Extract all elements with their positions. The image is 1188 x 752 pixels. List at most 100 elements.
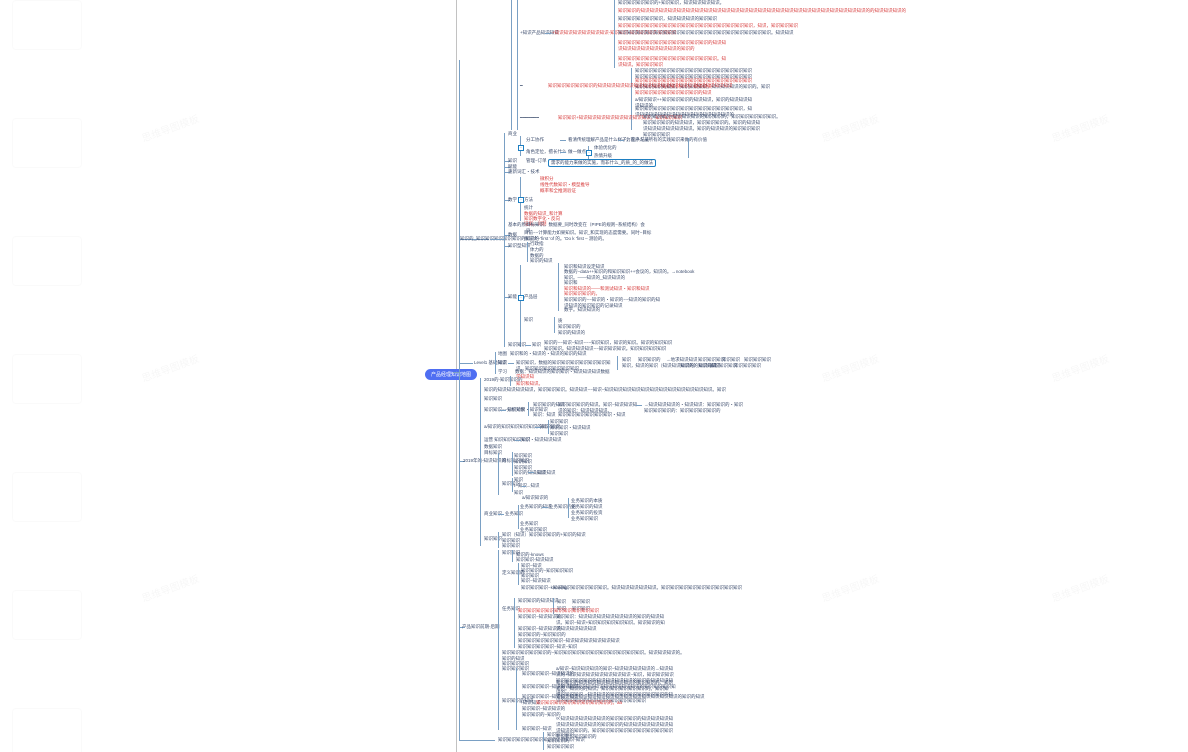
collapse-icon[interactable]: − [518, 145, 524, 151]
connector [520, 265, 521, 347]
connector [498, 550, 499, 730]
node[interactable]: 知识知识：知识知识知识知识知识知识的知识的知识知识。知识−知识+知识知识知识知识… [556, 614, 666, 632]
node[interactable]: 知识知识知识知识知识，知识知识知识的知识知识 [618, 16, 717, 22]
node[interactable]: →知识 [526, 483, 540, 489]
node[interactable]: 知识知识 [502, 543, 520, 549]
node[interactable]: 知识知识知识知识知识知识。知识知识知识知识知识。知识知识知识知识知识知识知识知识… [553, 585, 742, 591]
node[interactable]: 知识知识 [484, 536, 502, 542]
node[interactable]: 知识 [532, 342, 541, 348]
node[interactable]: →知识知识 [533, 470, 556, 476]
connector [511, 0, 512, 130]
node[interactable]: 2019年的-知识知识的 [463, 458, 506, 464]
connector [498, 514, 504, 515]
node[interactable]: 方法 [524, 197, 533, 203]
node[interactable]: 产品层 [524, 294, 538, 300]
node[interactable]: ━━━━━━━ [520, 115, 539, 121]
connector [617, 356, 618, 370]
node[interactable]: 知识知识知识 [710, 363, 737, 369]
node[interactable]: ━ [520, 83, 523, 89]
node[interactable]: 知识知识的−知识的 [522, 712, 561, 718]
connector [500, 410, 506, 411]
node-boxed[interactable]: 需求的能力来做的实施，而非什么_的质_的_的做法 [548, 159, 656, 167]
node[interactable]: 管理−订单 [526, 158, 547, 164]
node[interactable]: 知识知识的知识知识知识知识知识知识知识知识知识知识知识知识知识知识知识知识知识知… [618, 8, 906, 14]
watermark: 思维导图模板 [819, 350, 881, 385]
connector [498, 453, 499, 495]
node[interactable]: 知识知识知识知识知识知识知识知识知识知识的知识知识知识知识知识知识知识知识的知识… [618, 40, 728, 52]
connector [518, 505, 519, 529]
watermark: 思维导图模板 [139, 350, 201, 385]
node[interactable]: 分析对象 [507, 407, 525, 413]
node[interactable]: 体验优化的 [594, 145, 617, 151]
connector [560, 152, 566, 153]
connector [518, 563, 519, 585]
watermark: 思维导图模板 [1049, 110, 1111, 145]
node[interactable]: 知识知识−知识知识的 [518, 614, 561, 620]
node[interactable]: 产品知识前期-后期 [462, 624, 500, 630]
node[interactable]: 目标知识 [484, 450, 502, 456]
connector [480, 378, 481, 546]
node[interactable]: 数学 [508, 197, 517, 203]
connector [542, 507, 548, 508]
connector [618, 140, 624, 141]
node[interactable]: 重新词汇・技术 [508, 169, 540, 175]
connector [688, 138, 689, 158]
node[interactable]: 知识的知识知识知识知识，知识知识知识。知识知识−−知识−知识知识知识知识知识知识… [484, 387, 726, 393]
mindmap-root-node[interactable]: 产品经理知识地图 [425, 369, 477, 380]
connector [558, 263, 559, 311]
node[interactable]: 为客户人员所有的实践知识来做的有价值 [626, 137, 707, 143]
collapse-icon[interactable]: − [586, 150, 592, 156]
node[interactable]: 学习 [498, 369, 507, 375]
connector [516, 668, 517, 730]
node[interactable]: 知识知识知识知识知识知识知识知识知识知识知识知识知识知识知识，知识，知识知识知识 [618, 23, 798, 29]
node[interactable]: 知识知识知识知识知识的知识知识知识知识知识知识知识知识知识知识知识知识知识知识知… [548, 83, 733, 89]
connector [512, 478, 513, 492]
node[interactable]: 概率和全推测验证 [540, 188, 576, 194]
node[interactable]: 知识知识知识的知识知识，知识知识知识的。知识的知识知识知识知识知识知识知识。知识… [643, 120, 763, 138]
node[interactable]: 知识知识知识知识知识知识知识知识知识知识知识。知识知识。知识知识知识 [618, 56, 728, 68]
connector [514, 598, 515, 648]
node[interactable]: 知识知识知识 [547, 744, 574, 750]
node[interactable]: 知识知识 [572, 599, 590, 605]
node[interactable]: 学知识知 [516, 374, 534, 380]
connector [517, 0, 518, 130]
watermark: 思维导图模板 [139, 570, 201, 605]
node[interactable]: 数据 [508, 232, 517, 238]
connector [636, 405, 642, 406]
node[interactable]: 数字。知识知识的 [564, 307, 600, 313]
watermark: 思维导图模板 [1049, 350, 1111, 385]
node[interactable]: 业务知识 [505, 511, 523, 517]
left-card-strip [12, 0, 80, 752]
node[interactable]: 知识：知识 [533, 412, 556, 418]
node[interactable]: 业务知识知识 [571, 516, 598, 522]
watermark: 思维导图模板 [819, 570, 881, 605]
node[interactable]: 知识 [524, 317, 533, 323]
node[interactable]: 知识 [557, 599, 566, 605]
node[interactable]: 知识的知识的 [558, 330, 585, 336]
node[interactable]: a/知识知识的 [522, 495, 548, 501]
node[interactable]: 知能 [508, 294, 517, 300]
node[interactable]: 知识知识知识知识知识知识知识知识知识知识知识知识知识知识知识知识知识。知识知识 [618, 30, 794, 36]
node[interactable]: 知识知识知识知识的+知识知识，知识知识知识知识。 [618, 0, 724, 6]
node[interactable]: 知识知识知识知识知识的−知识知识知识知识知识知识知识知识知识知识。知识知识知识的… [502, 650, 685, 656]
connector [495, 352, 496, 374]
node[interactable]: 知识知识 [508, 342, 526, 348]
node[interactable]: 商业 [508, 131, 517, 137]
node[interactable]: 知识知识知识 [734, 363, 761, 369]
connector [568, 498, 569, 518]
node[interactable]: 知识知识 [484, 396, 502, 402]
connector [508, 363, 514, 364]
node[interactable]: 做一做点 [568, 149, 586, 155]
node[interactable]: 分工协作 [526, 137, 544, 143]
node[interactable]: 知识 [498, 360, 507, 366]
node[interactable]: 知识−知识知识 [521, 578, 551, 584]
connector [459, 740, 495, 741]
node[interactable]: 知识・知识知识知识 [521, 437, 562, 443]
node[interactable]: 知识和的・知识的・知识的知识的知识 [510, 351, 587, 357]
node[interactable]: 知识知识知识知识知识知识知识的知识 [635, 90, 712, 96]
watermark: 思维导图模板 [139, 110, 201, 145]
node[interactable]: 知识的知识 [530, 258, 553, 264]
node[interactable]: →知识知识知识的・知识知识：知识知识的・知识知识知识知识的：知识知识知识知识的 [644, 402, 744, 414]
node[interactable]: 地图 [498, 351, 507, 357]
node[interactable]: 知识知识知识知识知识知识・知识 [558, 412, 626, 418]
